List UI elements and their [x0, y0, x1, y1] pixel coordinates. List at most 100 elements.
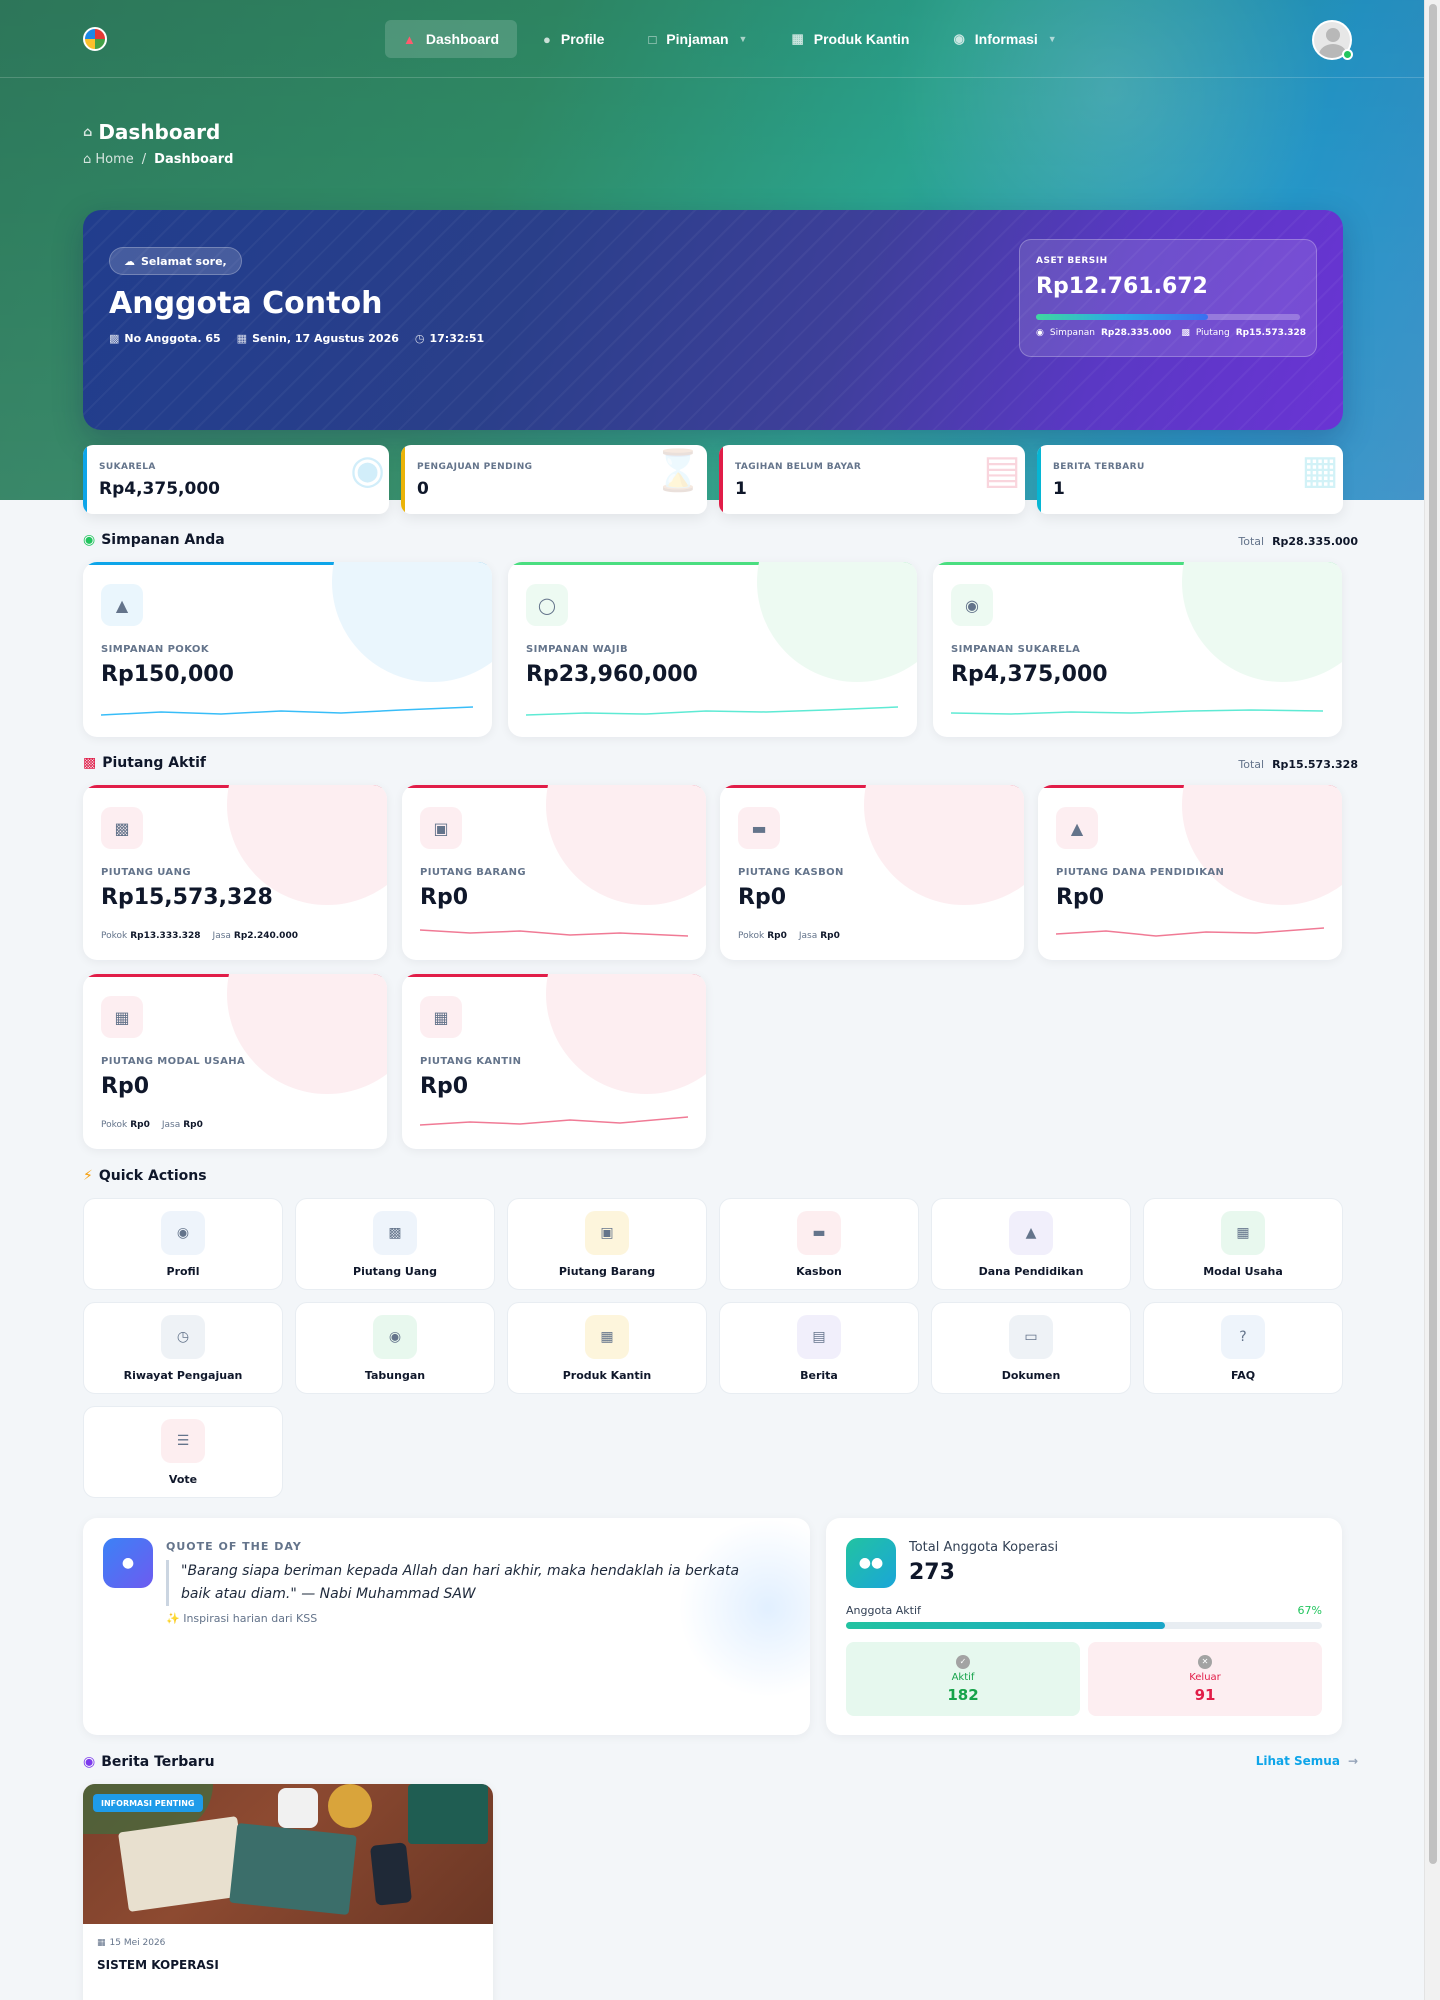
- top-navbar: ▲ Dashboard ● Profile □ Pinjaman ▼ ▦ Produk K…: [0, 0, 1424, 78]
- graduation-cap-icon: ▲: [1056, 807, 1098, 849]
- stat-sukarela[interactable]: SUKARELA Rp4,375,000 ◉: [83, 445, 389, 514]
- jasa-label: Jasa: [161, 1120, 181, 1130]
- card-label: PIUTANG KANTIN: [420, 1056, 522, 1067]
- x-circle-icon: ✕: [1198, 1654, 1212, 1669]
- nav-dashboard-label: Dashboard: [425, 31, 499, 47]
- stat-label: BERITA TERBARU: [1053, 462, 1145, 472]
- quick-action-profil[interactable]: ◉ Profil: [83, 1198, 283, 1290]
- receipt-icon: ▤: [983, 447, 1021, 493]
- quick-action-faq[interactable]: ? FAQ: [1143, 1302, 1343, 1394]
- sparkline: [526, 706, 898, 716]
- stat-value: 1: [1053, 479, 1065, 499]
- quick-action-label: Piutang Uang: [353, 1264, 437, 1278]
- simpanan-total-value: Rp28.335.000: [1272, 535, 1358, 548]
- quick-action-vote[interactable]: ☰ Vote: [83, 1406, 283, 1498]
- jasa-value: Rp0: [183, 1120, 203, 1130]
- page-scrollbar[interactable]: [1424, 0, 1440, 2000]
- main-nav: ▲ Dashboard ● Profile □ Pinjaman ▼ ▦ Produk K…: [385, 20, 1075, 58]
- stat-berita[interactable]: BERITA TERBARU 1 ▦: [1037, 445, 1343, 514]
- breadcrumb-separator: /: [141, 152, 147, 167]
- nav-pinjaman[interactable]: □ Pinjaman ▼: [630, 20, 765, 58]
- quick-action-piutang-barang[interactable]: ▣ Piutang Barang: [507, 1198, 707, 1290]
- sparkline: [101, 706, 473, 716]
- quick-action-riwayat-pengajuan[interactable]: ◷ Riwayat Pengajuan: [83, 1302, 283, 1394]
- quick-action-kasbon[interactable]: ▬ Kasbon: [719, 1198, 919, 1290]
- stat-tagihan[interactable]: TAGIHAN BELUM BAYAR 1 ▤: [719, 445, 1025, 514]
- see-all-link[interactable]: Lihat Semua →: [1256, 1754, 1358, 1768]
- card-value: Rp0: [420, 885, 468, 910]
- quick-action-dokumen[interactable]: ▭ Dokumen: [931, 1302, 1131, 1394]
- nav-produk-kantin[interactable]: ▦ Produk Kantin: [773, 20, 927, 58]
- quick-action-modal-usaha[interactable]: ▦ Modal Usaha: [1143, 1198, 1343, 1290]
- card-breakdown: Pokok Rp0 Jasa Rp0: [101, 1120, 203, 1130]
- stat-pengajuan-pending[interactable]: PENGAJUAN PENDING 0 ⌛: [401, 445, 707, 514]
- card-value: Rp0: [420, 1074, 468, 1099]
- card-decoration: [332, 562, 492, 682]
- cash-icon: ▩: [373, 1210, 417, 1255]
- nav-produk-kantin-label: Produk Kantin: [813, 31, 910, 47]
- simpanan-sukarela-card[interactable]: ◉ SIMPANAN SUKARELA Rp4,375,000: [933, 562, 1342, 737]
- keluar-box: ✕ Keluar 91: [1088, 1642, 1322, 1716]
- card-value: Rp0: [1056, 885, 1104, 910]
- bank-icon: ▲: [101, 584, 143, 626]
- quick-action-dana-pendidikan[interactable]: ▲ Dana Pendidikan: [931, 1198, 1131, 1290]
- current-date-text: Senin, 17 Agustus 2026: [252, 332, 399, 345]
- simpanan-total: Total Rp28.335.000: [1238, 535, 1358, 548]
- piutang-value: Rp15.573.328: [1235, 328, 1307, 338]
- nav-profile[interactable]: ● Profile: [525, 20, 622, 58]
- sparkline: [420, 929, 688, 937]
- chevron-down-icon: ▼: [1047, 34, 1057, 44]
- simpanan-pokok-card[interactable]: ▲ SIMPANAN POKOK Rp150,000: [83, 562, 492, 737]
- quote-text: "Barang siapa beriman kepada Allah dan h…: [166, 1560, 766, 1606]
- aktif-label: Aktif: [951, 1671, 975, 1683]
- jasa-label: Jasa: [798, 931, 818, 941]
- quick-action-label: Piutang Barang: [558, 1264, 656, 1278]
- aktif-value: 182: [947, 1685, 979, 1704]
- nav-informasi-label: Informasi: [974, 31, 1038, 47]
- nav-dashboard[interactable]: ▲ Dashboard: [385, 20, 517, 58]
- stat-accent: [719, 445, 723, 514]
- quick-action-label: Profil: [166, 1264, 200, 1278]
- quick-action-tabungan[interactable]: ◉ Tabungan: [295, 1302, 495, 1394]
- keluar-label: Keluar: [1189, 1671, 1221, 1683]
- page-title: ⌂ Dashboard: [83, 120, 220, 144]
- piutang-kasbon-card[interactable]: ▬ PIUTANG KASBON Rp0 Pokok Rp0 Jasa Rp0: [720, 785, 1024, 960]
- shield-icon: ◯: [526, 584, 568, 626]
- news-heading: ◉ Berita Terbaru: [83, 1754, 215, 1770]
- logo[interactable]: [83, 27, 107, 51]
- clock-icon: ◷: [161, 1314, 205, 1359]
- piutang-total-value: Rp15.573.328: [1272, 758, 1358, 771]
- scrollbar-thumb[interactable]: [1429, 4, 1437, 1864]
- stat-cards: SUKARELA Rp4,375,000 ◉ PENGAJUAN PENDING 0 ⌛…: [83, 445, 1343, 514]
- chevron-down-icon: ▼: [738, 34, 748, 44]
- piutang-kantin-card[interactable]: ▦ PIUTANG KANTIN Rp0: [402, 974, 706, 1149]
- piutang-title: Piutang Aktif: [102, 755, 206, 771]
- folder-icon: ▭: [1009, 1314, 1053, 1359]
- news-title-heading: Berita Terbaru: [101, 1754, 215, 1770]
- piutang-dana-pendidikan-card[interactable]: ▲ PIUTANG DANA PENDIDIKAN Rp0: [1038, 785, 1342, 960]
- pokok: Pokok Rp0: [738, 931, 787, 941]
- card-value: Rp0: [738, 885, 786, 910]
- net-asset-breakdown: ◉ Simpanan Rp28.335.000 ▩ Piutang Rp15.573.3…: [1036, 328, 1310, 338]
- quote-source: ✨ Inspirasi harian dari KSS: [166, 1612, 317, 1625]
- nav-informasi[interactable]: ◉ Informasi ▼: [935, 20, 1074, 58]
- breadcrumb-home[interactable]: ⌂ Home: [83, 152, 134, 167]
- online-status-dot: [1342, 49, 1353, 60]
- member-number-text: No Anggota. 65: [124, 332, 221, 345]
- quick-action-produk-kantin[interactable]: ▦ Produk Kantin: [507, 1302, 707, 1394]
- piutang-uang-card[interactable]: ▩ PIUTANG UANG Rp15,573,328 Pokok Rp13.33…: [83, 785, 387, 960]
- current-time: ◷ 17:32:51: [415, 332, 484, 345]
- quote-label: QUOTE OF THE DAY: [166, 1540, 302, 1553]
- greeting-text: Selamat sore,: [141, 254, 227, 268]
- quick-action-berita[interactable]: ▤ Berita: [719, 1302, 919, 1394]
- quick-action-piutang-uang[interactable]: ▩ Piutang Uang: [295, 1198, 495, 1290]
- simpanan-wajib-card[interactable]: ◯ SIMPANAN WAJIB Rp23,960,000: [508, 562, 917, 737]
- aktif-box: ✓ Aktif 182: [846, 1642, 1080, 1716]
- news-card[interactable]: INFORMASI PENTING ▦ 15 Mei 2026 SISTEM KO…: [83, 1784, 493, 2000]
- pokok-label: Pokok: [101, 931, 128, 941]
- piggy-bank-icon: ◉: [951, 584, 993, 626]
- piutang-barang-card[interactable]: ▣ PIUTANG BARANG Rp0: [402, 785, 706, 960]
- piutang-modal-usaha-card[interactable]: ▦ PIUTANG MODAL USAHA Rp0 Pokok Rp0 Jasa Rp…: [83, 974, 387, 1149]
- sparkline: [1056, 927, 1324, 937]
- piggy-bank-icon: ◉: [373, 1314, 417, 1359]
